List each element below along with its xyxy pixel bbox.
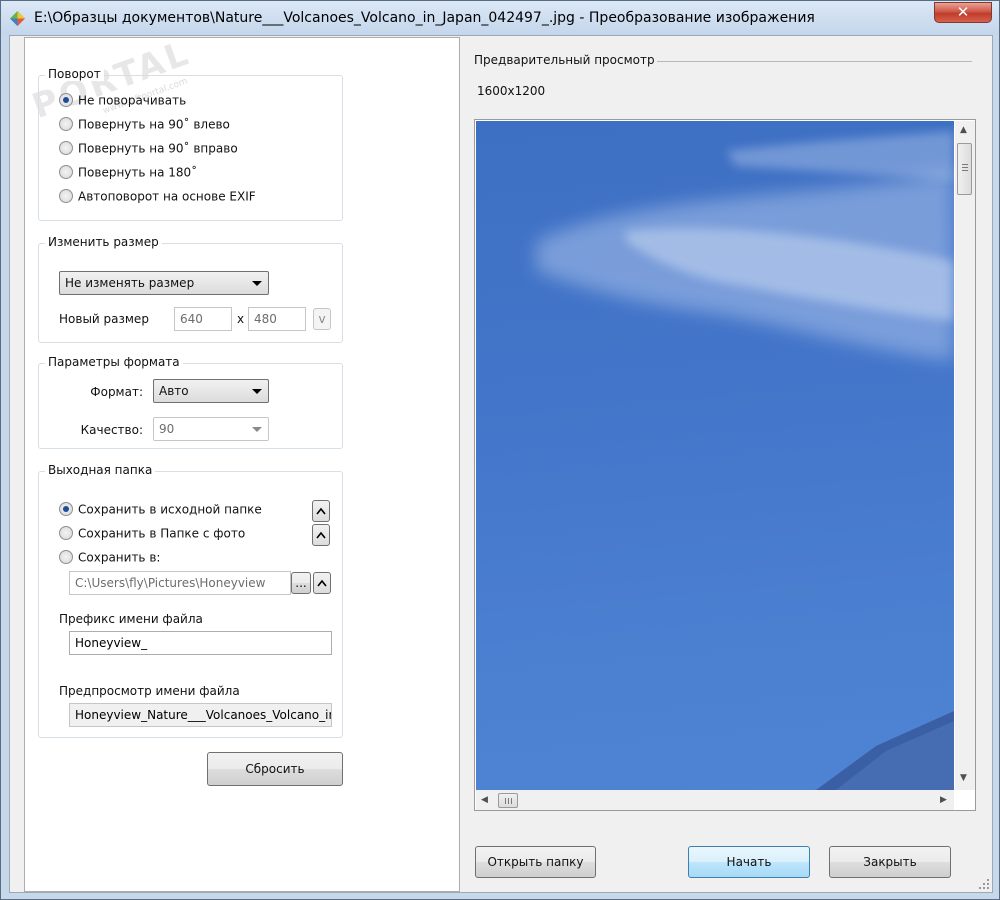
radio-circle[interactable] (59, 164, 73, 179)
radio-circle[interactable] (59, 188, 73, 203)
quality-value: 90 (159, 422, 175, 436)
chevron-up-icon (316, 531, 326, 539)
new-size-label: Новый размер (59, 312, 149, 326)
resize-mode-dropdown[interactable]: Не изменять размер (59, 271, 269, 295)
resize-mode-value: Не изменять размер (65, 276, 195, 290)
width-input[interactable]: 640 (174, 307, 232, 331)
preview-image-size: 1600x1200 (477, 84, 546, 98)
rotation-group: Поворот Не поворачивать Повернуть на 90˚… (38, 67, 343, 221)
radio-circle[interactable] (59, 525, 73, 540)
radio-save-photo-folder[interactable]: Сохранить в Папке с фото (59, 525, 245, 543)
height-input[interactable]: 480 (248, 307, 306, 331)
format-group: Параметры формата Формат: Авто Качество:… (38, 355, 343, 449)
move-up-button[interactable] (313, 572, 331, 594)
resize-grip-icon[interactable] (978, 878, 990, 890)
filename-preview-label: Предпросмотр имени файла (59, 684, 240, 698)
radio-circle[interactable] (59, 116, 73, 131)
radio-label: Сохранить в исходной папке (78, 502, 262, 517)
radio-label: Не поворачивать (78, 93, 187, 108)
radio-label: Повернуть на 90˚ вправо (78, 141, 238, 156)
chevron-up-icon (317, 579, 327, 587)
radio-circle[interactable] (59, 501, 73, 516)
quality-dropdown[interactable]: 90 (153, 417, 269, 441)
radio-no-rotate[interactable]: Не поворачивать (59, 92, 186, 110)
quality-label: Качество: (80, 423, 143, 437)
resize-group-title: Изменить размер (45, 235, 162, 249)
convert-image-window: E:\Образцы документов\Nature___Volcanoes… (0, 0, 1000, 900)
honeyview-app-icon (10, 11, 25, 26)
output-group-title: Выходная папка (45, 463, 156, 477)
preview-divider (657, 61, 972, 62)
close-button[interactable]: Закрыть (829, 846, 951, 878)
size-preset-button[interactable]: v (313, 308, 331, 330)
dialog-client-area: PORTAL www.softportal.com Поворот Не пов… (9, 33, 993, 893)
window-close-button[interactable]: ✕ (934, 2, 992, 23)
move-up-button[interactable] (312, 524, 330, 546)
radio-auto-exif[interactable]: Автоповорот на основе EXIF (59, 188, 256, 206)
radio-label: Повернуть на 180˚ (78, 165, 198, 180)
horizontal-scroll-thumb[interactable] (498, 793, 518, 808)
output-path-input[interactable]: C:\Users\fly\Pictures\Honeyview (69, 571, 291, 595)
radio-rotate-180[interactable]: Повернуть на 180˚ (59, 164, 197, 182)
size-separator: x (237, 312, 245, 326)
format-dropdown[interactable]: Авто (153, 379, 269, 403)
scroll-up-icon[interactable]: ▲ (960, 125, 967, 135)
chevron-down-icon (252, 389, 262, 394)
chevron-down-icon (252, 281, 262, 286)
window-title: E:\Образцы документов\Nature___Volcanoes… (34, 10, 815, 26)
scroll-left-icon[interactable]: ◀ (481, 795, 488, 805)
browse-button[interactable]: ... (291, 572, 311, 594)
preview-image (476, 121, 954, 790)
scroll-down-icon[interactable]: ▼ (960, 773, 967, 783)
scroll-right-icon[interactable]: ▶ (940, 795, 947, 805)
radio-label: Сохранить в: (78, 550, 161, 565)
chevron-up-icon (316, 507, 326, 515)
reset-button[interactable]: Сбросить (207, 752, 343, 786)
open-folder-button[interactable]: Открыть папку (475, 846, 596, 878)
preview-horizontal-scrollbar[interactable]: ◀ ▶ (476, 790, 954, 810)
title-bar[interactable]: E:\Образцы документов\Nature___Volcanoes… (1, 1, 999, 35)
chevron-down-icon (252, 427, 262, 432)
radio-circle[interactable] (59, 140, 73, 155)
radio-circle[interactable] (59, 92, 73, 107)
radio-label: Повернуть на 90˚ влево (78, 117, 230, 132)
format-value: Авто (159, 384, 189, 398)
radio-circle[interactable] (59, 549, 73, 564)
vertical-scroll-thumb[interactable] (957, 143, 972, 195)
radio-rotate-right[interactable]: Повернуть на 90˚ вправо (59, 140, 238, 158)
prefix-label: Префикс имени файла (59, 612, 203, 626)
prefix-input[interactable]: Honeyview_ (69, 631, 332, 655)
preview-vertical-scrollbar[interactable]: ▲ ▼ (955, 121, 975, 790)
move-up-button[interactable] (312, 500, 330, 522)
radio-label: Сохранить в Папке с фото (78, 526, 246, 541)
preview-viewport[interactable]: ▲ ▼ ◀ ▶ (474, 119, 976, 811)
preview-image-content (536, 131, 954, 790)
resize-group: Изменить размер Не изменять размер Новый… (38, 235, 343, 343)
radio-save-source-folder[interactable]: Сохранить в исходной папке (59, 501, 262, 519)
start-button[interactable]: Начать (688, 846, 810, 878)
format-group-title: Параметры формата (45, 355, 183, 369)
filename-preview-field[interactable]: Honeyview_Nature___Volcanoes_Volcano_in (69, 703, 332, 727)
radio-rotate-left[interactable]: Повернуть на 90˚ влево (59, 116, 230, 134)
output-folder-group: Выходная папка Сохранить в исходной папк… (38, 463, 343, 738)
radio-save-to[interactable]: Сохранить в: (59, 549, 160, 567)
format-label: Формат: (90, 385, 143, 399)
radio-label: Автоповорот на основе EXIF (78, 189, 256, 204)
settings-panel: PORTAL www.softportal.com Поворот Не пов… (24, 33, 460, 892)
rotation-group-title: Поворот (45, 67, 104, 81)
preview-title: Предварительный просмотр (474, 53, 655, 67)
